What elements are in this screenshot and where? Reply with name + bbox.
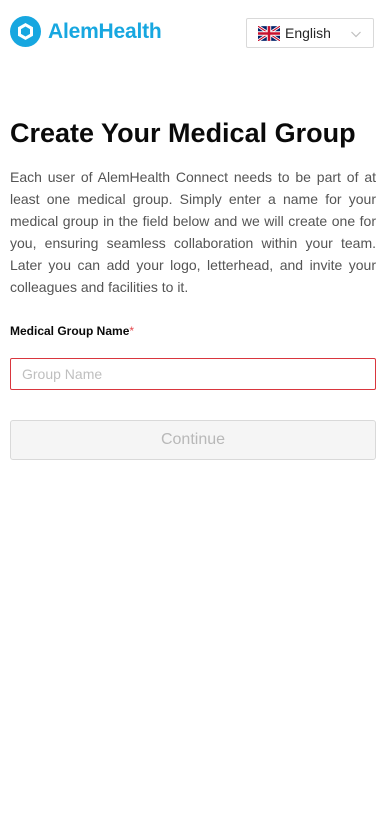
field-label-text: Medical Group Name bbox=[10, 324, 130, 338]
hexagon-logo-icon bbox=[10, 16, 41, 47]
page-title: Create Your Medical Group bbox=[10, 118, 356, 148]
app-header: AlemHealth English bbox=[0, 0, 379, 64]
chevron-down-icon bbox=[351, 31, 361, 38]
required-mark: * bbox=[129, 324, 135, 338]
uk-flag-icon bbox=[258, 25, 280, 41]
logo-text: AlemHealth bbox=[48, 19, 162, 43]
page-description: Each user of AlemHealth Connect needs to… bbox=[10, 169, 376, 295]
alemhealth-logo[interactable]: AlemHealth bbox=[10, 16, 162, 47]
group-name-input[interactable] bbox=[10, 358, 376, 390]
language-select[interactable]: English bbox=[246, 18, 374, 48]
continue-button[interactable]: Continue bbox=[10, 420, 376, 460]
medical-group-name-label: Medical Group Name* bbox=[10, 324, 134, 338]
language-selected-value: English bbox=[285, 25, 331, 41]
